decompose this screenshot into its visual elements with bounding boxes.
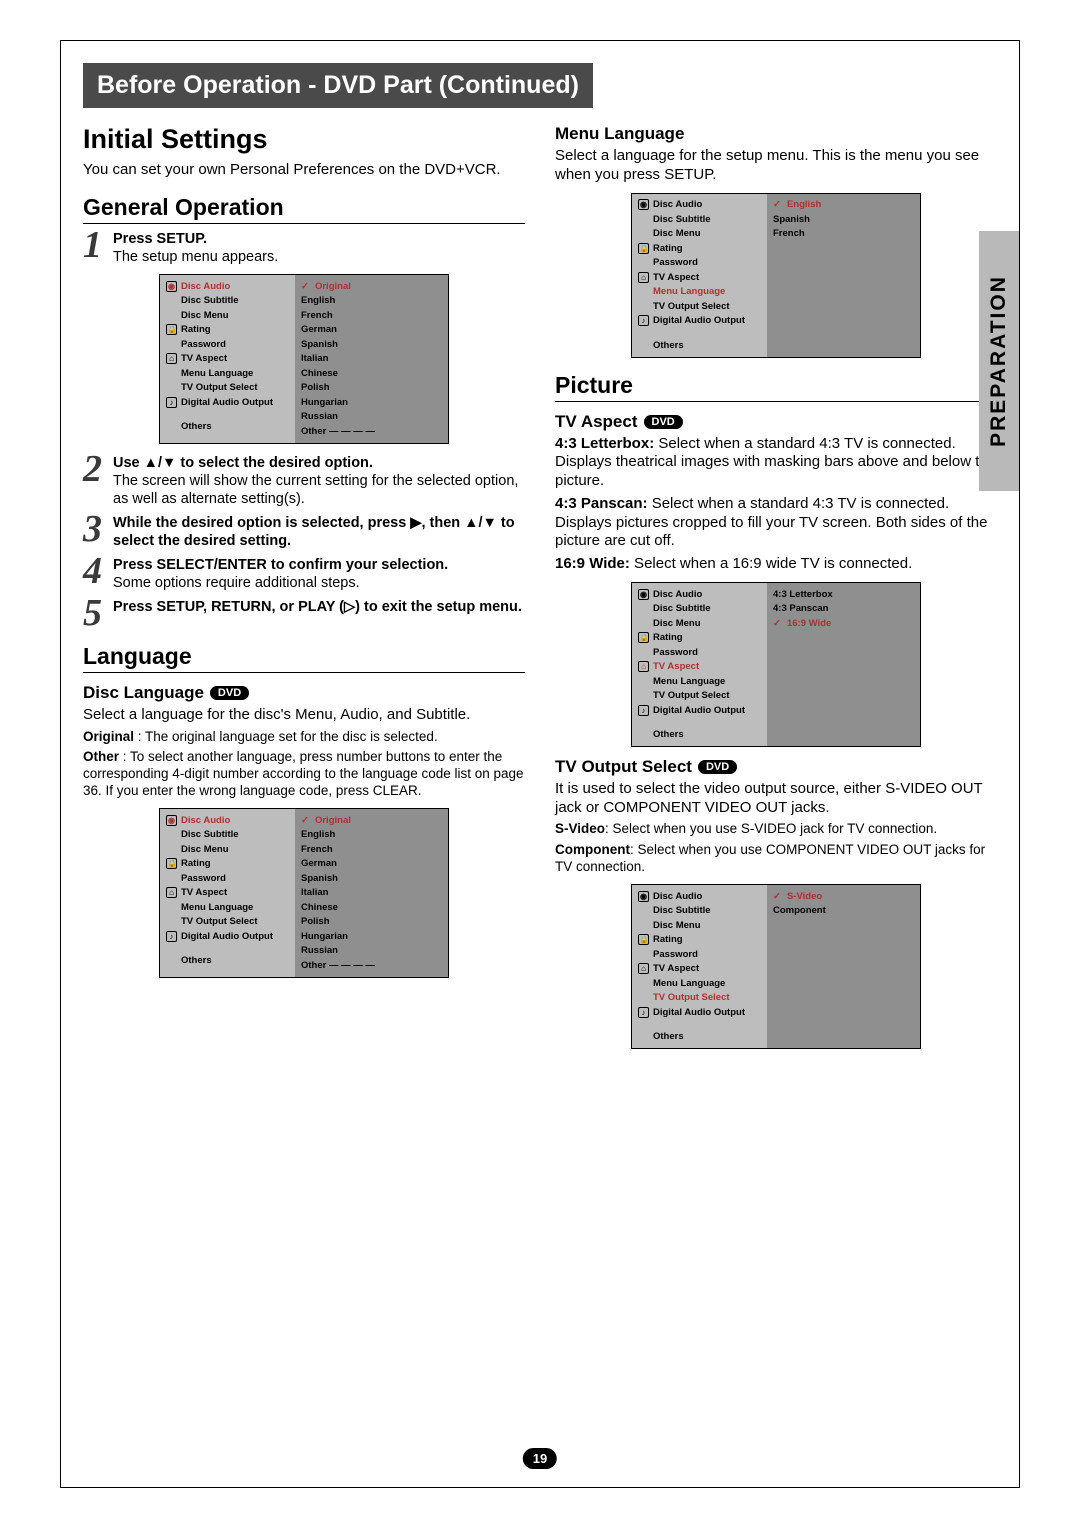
subheading-tv-output-select: TV Output Select DVD bbox=[555, 757, 997, 777]
step-5: 5 Press SETUP, RETURN, or PLAY (▷) to ex… bbox=[83, 598, 525, 628]
step-2: 2 Use ▲/▼ to select the desired option. … bbox=[83, 454, 525, 508]
disc-icon: ◉ bbox=[166, 281, 177, 292]
setup-screenshot-3: ◉Disc Audio Disc Subtitle Disc Menu 🔒Rat… bbox=[631, 193, 921, 358]
heading-general-operation: General Operation bbox=[83, 194, 525, 224]
setup-screenshot-2: ◉Disc Audio Disc Subtitle Disc Menu 🔒Rat… bbox=[159, 808, 449, 978]
title-bar: Before Operation - DVD Part (Continued) bbox=[83, 63, 593, 108]
side-tab-label: PREPARATION bbox=[987, 275, 1011, 447]
subheading-tv-aspect: TV Aspect DVD bbox=[555, 412, 997, 432]
intro-text: You can set your own Personal Preference… bbox=[83, 161, 525, 180]
step-3: 3 While the desired option is selected, … bbox=[83, 514, 525, 550]
dvd-badge: DVD bbox=[644, 415, 683, 429]
step-number-2: 2 bbox=[83, 454, 109, 484]
output-component-text: Component: Select when you use COMPONENT… bbox=[555, 842, 997, 876]
step-number-4: 4 bbox=[83, 556, 109, 586]
step-4-text: Some options require additional steps. bbox=[113, 575, 360, 591]
disc-other-text: Other : To select another language, pres… bbox=[83, 749, 525, 800]
heading-initial-settings: Initial Settings bbox=[83, 124, 525, 155]
disc-language-text: Select a language for the disc's Menu, A… bbox=[83, 706, 525, 725]
menu-language-text: Select a language for the setup menu. Th… bbox=[555, 147, 997, 185]
step-2-text: The screen will show the current setting… bbox=[113, 473, 518, 507]
setup-screenshot-5: ◉Disc Audio Disc Subtitle Disc Menu 🔒Rat… bbox=[631, 884, 921, 1049]
step-1-bold: Press SETUP. bbox=[113, 231, 207, 247]
output-svideo-text: S-Video: Select when you use S-VIDEO jac… bbox=[555, 821, 997, 838]
subheading-menu-language: Menu Language bbox=[555, 124, 997, 144]
aspect-wide-text: 16:9 Wide: Select when a 16:9 wide TV is… bbox=[555, 555, 997, 574]
disc-original-text: Original : The original language set for… bbox=[83, 729, 525, 746]
right-column: Menu Language Select a language for the … bbox=[555, 116, 997, 1059]
step-3-bold: While the desired option is selected, pr… bbox=[113, 515, 515, 549]
side-tab: PREPARATION bbox=[979, 231, 1019, 491]
left-column: Initial Settings You can set your own Pe… bbox=[83, 116, 525, 1059]
heading-picture: Picture bbox=[555, 372, 997, 402]
step-number-1: 1 bbox=[83, 230, 109, 260]
tv-icon: ⌂ bbox=[166, 353, 177, 364]
output-select-text: It is used to select the video output so… bbox=[555, 780, 997, 818]
page-number: 19 bbox=[523, 1448, 557, 1469]
step-number-3: 3 bbox=[83, 514, 109, 544]
audio-icon: ♪ bbox=[166, 397, 177, 408]
heading-language: Language bbox=[83, 643, 525, 673]
step-number-5: 5 bbox=[83, 598, 109, 628]
step-4: 4 Press SELECT/ENTER to confirm your sel… bbox=[83, 556, 525, 592]
setup-screenshot-1: ◉Disc Audio Disc Subtitle Disc Menu 🔒Rat… bbox=[159, 274, 449, 444]
step-5-bold: Press SETUP, RETURN, or PLAY (▷) to exit… bbox=[113, 599, 522, 615]
aspect-panscan-text: 4:3 Panscan: Select when a standard 4:3 … bbox=[555, 495, 997, 551]
subheading-disc-language: Disc Language DVD bbox=[83, 683, 525, 703]
dvd-badge: DVD bbox=[210, 686, 249, 700]
step-1-text: The setup menu appears. bbox=[113, 249, 278, 265]
setup-screenshot-4: ◉Disc Audio Disc Subtitle Disc Menu 🔒Rat… bbox=[631, 582, 921, 747]
dvd-badge: DVD bbox=[698, 760, 737, 774]
step-2-bold: Use ▲/▼ to select the desired option. bbox=[113, 455, 373, 471]
step-1: 1 Press SETUP. The setup menu appears. bbox=[83, 230, 525, 266]
lock-icon: 🔒 bbox=[166, 324, 177, 335]
step-4-bold: Press SELECT/ENTER to confirm your selec… bbox=[113, 557, 448, 573]
aspect-letterbox-text: 4:3 Letterbox: Select when a standard 4:… bbox=[555, 435, 997, 491]
